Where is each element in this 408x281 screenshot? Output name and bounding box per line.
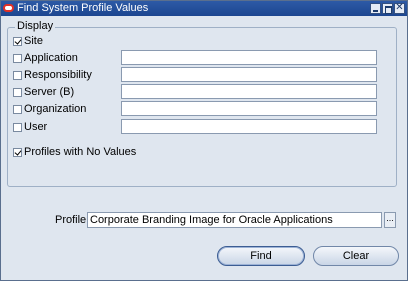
site-label: Site [24, 35, 43, 47]
user-label: User [24, 121, 48, 133]
organization-label: Organization [24, 103, 87, 115]
profile-field[interactable]: Corporate Branding Image for Oracle Appl… [87, 212, 382, 228]
oracle-logo-icon [3, 4, 14, 12]
application-checkbox[interactable] [13, 54, 22, 63]
list-of-values-button[interactable]: ... [384, 212, 396, 228]
application-field[interactable] [121, 50, 377, 65]
profiles-no-values-label: Profiles with No Values [24, 146, 137, 158]
profile-label: Profile [55, 214, 87, 226]
server-checkbox[interactable] [13, 88, 22, 97]
server-field[interactable] [121, 84, 377, 99]
organization-field[interactable] [121, 101, 377, 116]
clear-button[interactable]: Clear [313, 246, 399, 266]
user-field[interactable] [121, 119, 377, 134]
close-icon[interactable]: ✕ [394, 2, 405, 14]
responsibility-checkbox[interactable] [13, 71, 22, 80]
title-bar: Find System Profile Values ✕ [1, 1, 407, 16]
profiles-no-values-checkbox[interactable] [13, 148, 22, 157]
minimize-icon[interactable] [370, 3, 381, 14]
server-label: Server (B) [24, 86, 75, 98]
maximize-icon[interactable] [382, 3, 393, 14]
user-checkbox[interactable] [13, 123, 22, 132]
find-button[interactable]: Find [217, 246, 305, 266]
window-title: Find System Profile Values [17, 2, 149, 14]
responsibility-field[interactable] [121, 67, 377, 82]
display-group-label: Display [15, 20, 56, 32]
application-label: Application [24, 52, 78, 64]
responsibility-label: Responsibility [24, 69, 92, 81]
site-checkbox[interactable] [13, 37, 22, 46]
organization-checkbox[interactable] [13, 105, 22, 114]
find-system-profile-values-window: Find System Profile Values ✕ Display Sit… [0, 0, 408, 281]
